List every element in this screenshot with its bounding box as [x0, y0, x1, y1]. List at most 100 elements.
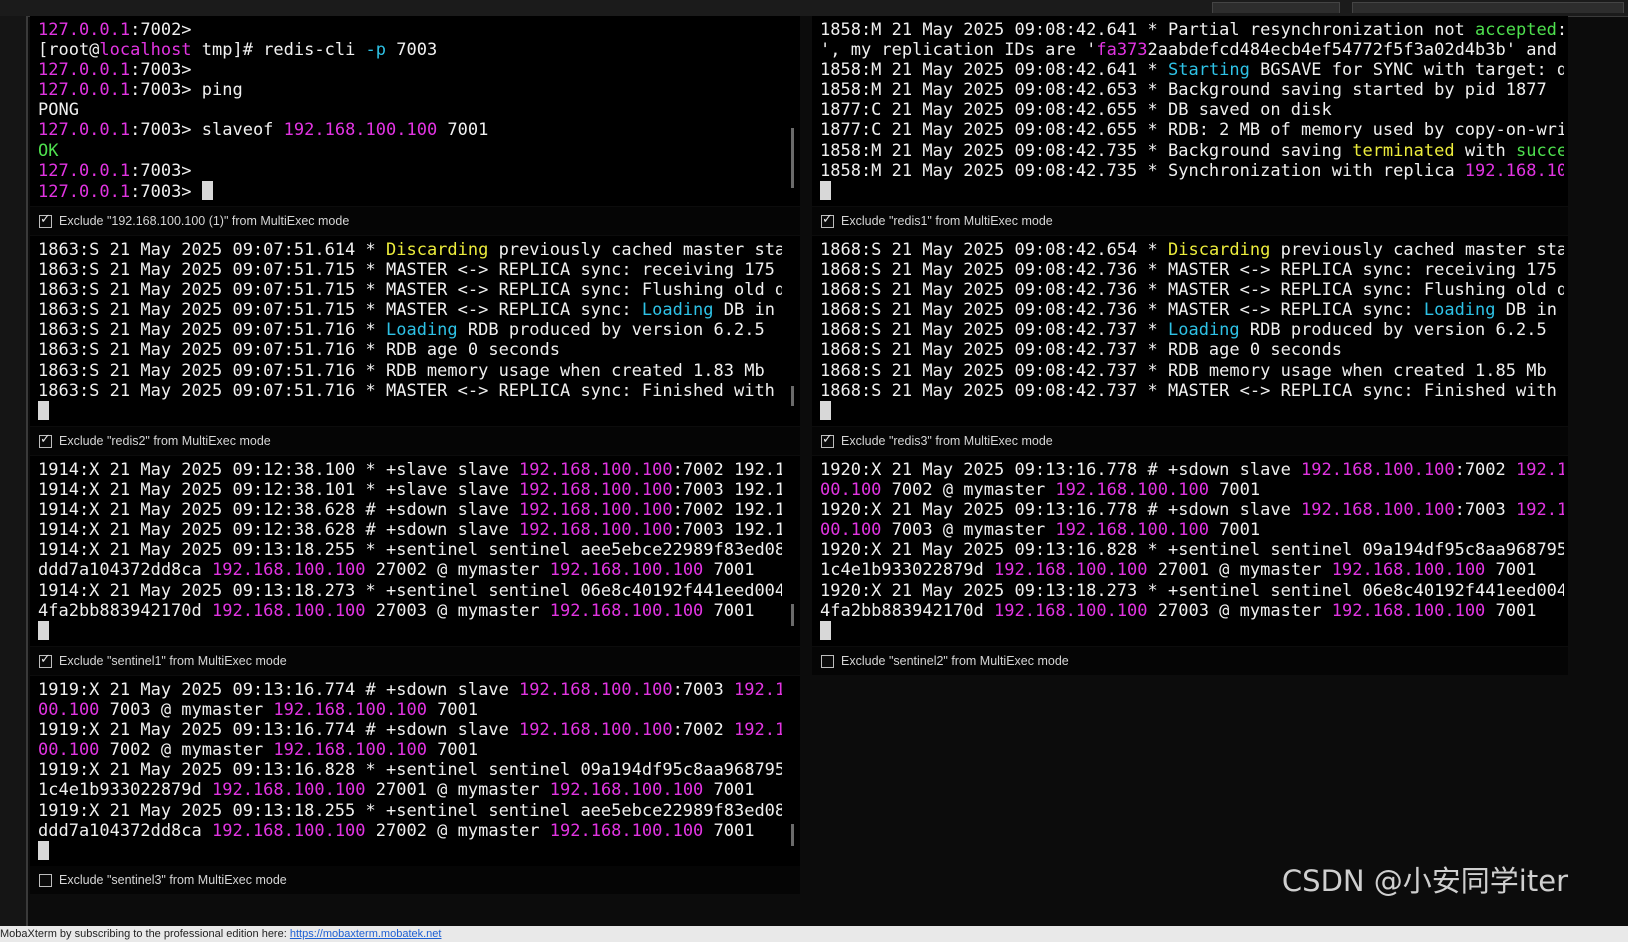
terminal-text: 1863:S 21 May 2025 09:07:51.716 *: [38, 320, 386, 341]
exclude-multiexec-bar: Exclude "192.168.100.100 (1)" from Multi…: [30, 207, 800, 235]
terminal-line: 1863:S 21 May 2025 09:07:51.614 * Discar…: [38, 240, 782, 260]
terminal-line: 1c4e1b933022879d 192.168.100.100 27001 @…: [38, 780, 782, 800]
scrollbar[interactable]: [791, 128, 794, 188]
terminal-line: 1914:X 21 May 2025 09:12:38.628 # +sdown…: [38, 520, 782, 540]
terminal-text: 7001: [703, 780, 755, 801]
terminal-text: 192.168.100.100: [212, 560, 366, 581]
terminal-text: 1858:M 21 May 2025 09:08:42.641 * Partia…: [820, 20, 1476, 40]
terminal-pane-redis3[interactable]: 1920:X 21 May 2025 09:13:16.778 # +sdown…: [812, 456, 1568, 646]
terminal-text: :7003> slaveof: [130, 120, 284, 141]
terminal-text: 1914:X 21 May 2025 09:12:38.100 * +slave…: [38, 460, 520, 480]
terminal-cursor: [38, 400, 49, 420]
terminal-text: ddd7a104372dd8ca: [38, 560, 212, 581]
terminal-text: 192.168.100.100: [994, 600, 1148, 621]
terminal-output[interactable]: 1914:X 21 May 2025 09:12:38.100 * +slave…: [38, 460, 782, 646]
exclude-checkbox[interactable]: [39, 432, 52, 448]
terminal-text: 1858:M 21 May 2025 09:08:42.641 *: [820, 60, 1168, 81]
terminal-pane-redis-master[interactable]: 1858:M 21 May 2025 09:08:42.641 * Partia…: [812, 16, 1568, 206]
scrollbar[interactable]: [791, 386, 794, 406]
scrollbar[interactable]: [791, 604, 794, 626]
exclude-label: Exclude "redis3" from MultiExec mode: [841, 434, 1053, 448]
terminal-text: 1858:M 21 May 2025 09:08:42.735 * Backgr…: [820, 140, 1353, 161]
terminal-text: 7001: [703, 600, 755, 621]
terminal-output[interactable]: 1863:S 21 May 2025 09:07:51.614 * Discar…: [38, 240, 782, 426]
terminal-line: 1919:X 21 May 2025 09:13:16.828 * +senti…: [38, 760, 782, 780]
terminal-text: 00.100: [38, 700, 100, 721]
terminal-text: DB in memo: [723, 300, 775, 321]
window-top-bar: [0, 0, 1628, 17]
terminal-cursor: [38, 620, 49, 640]
exclude-multiexec-bar: Exclude "sentinel1" from MultiExec mode: [30, 647, 800, 675]
terminal-output[interactable]: 1919:X 21 May 2025 09:13:16.774 # +sdown…: [38, 680, 782, 866]
terminal-text: RDB produced by version 6.2.5: [1239, 320, 1547, 341]
terminal-line: 1914:X 21 May 2025 09:13:18.273 * +senti…: [38, 581, 782, 601]
pane-divider[interactable]: [800, 16, 812, 896]
terminal-pane-redis2[interactable]: 1914:X 21 May 2025 09:12:38.100 * +slave…: [30, 456, 800, 646]
exclude-checkbox[interactable]: [39, 212, 52, 228]
terminal-text: : Rep: [1557, 20, 1564, 40]
terminal-text: 1863:S 21 May 2025 09:07:51.715 * MASTER…: [38, 260, 782, 281]
terminal-cursor: [820, 180, 831, 200]
terminal-line: 1863:S 21 May 2025 09:07:51.716 * RDB me…: [38, 361, 782, 381]
terminal-text: 1920:X 21 May 2025 09:13:18.273 * +senti…: [820, 580, 1564, 601]
terminal-text: 127.0.0.1: [38, 160, 131, 181]
terminal-pane-sentinel1[interactable]: 1919:X 21 May 2025 09:13:16.774 # +sdown…: [30, 676, 800, 866]
scrollbar[interactable]: [791, 824, 794, 846]
terminal-line: PONG: [38, 100, 782, 120]
exclude-label: Exclude "sentinel1" from MultiExec mode: [59, 654, 287, 668]
terminal-pane-redis-cli[interactable]: 127.0.0.1:7002> [root@localhost tmp]# red…: [30, 16, 800, 206]
exclude-checkbox[interactable]: [39, 873, 52, 887]
terminal-text: Loading: [641, 300, 714, 321]
terminal-text: 4fa2bb883942170d: [38, 600, 212, 621]
top-tab-stub[interactable]: [1212, 2, 1340, 13]
terminal-text: 00.100: [820, 520, 882, 541]
terminal-text: :7002 192.168.1: [672, 460, 782, 480]
terminal-line: 1920:X 21 May 2025 09:13:16.828 * +senti…: [820, 540, 1564, 560]
terminal-output[interactable]: 1920:X 21 May 2025 09:13:16.778 # +sdown…: [820, 460, 1564, 646]
exclude-multiexec-bar: Exclude "redis1" from MultiExec mode: [812, 207, 1568, 235]
exclude-checkbox[interactable]: [821, 212, 834, 228]
terminal-text: :7003>: [130, 60, 192, 81]
terminal-text: 1863:S 21 May 2025 09:07:51.716 * RDB me…: [38, 360, 765, 381]
terminal-text: fa373: [1096, 40, 1148, 61]
terminal-line: 1858:M 21 May 2025 09:08:42.641 * Starti…: [820, 60, 1564, 80]
terminal-text: 192.168.1: [734, 680, 782, 700]
terminal-line: 1868:S 21 May 2025 09:08:42.736 * MASTER…: [820, 260, 1564, 280]
terminal-text: -p: [365, 40, 387, 61]
terminal-line: 127.0.0.1:7003> ping: [38, 80, 782, 100]
status-link[interactable]: https://mobaxterm.mobatek.net: [290, 928, 442, 940]
terminal-text: 7003: [386, 40, 438, 61]
terminal-text: :7003> ping: [130, 80, 243, 101]
terminal-text: 192.168.100.100: [549, 780, 704, 801]
terminal-text: 192.168.100.100: [994, 560, 1148, 581]
terminal-line: 1919:X 21 May 2025 09:13:16.774 # +sdown…: [38, 720, 782, 740]
terminal-text: with: [1454, 140, 1516, 161]
terminal-text: 7003 @ mymaster: [99, 700, 274, 721]
terminal-pane-redis1[interactable]: 1868:S 21 May 2025 09:08:42.654 * Discar…: [812, 236, 1568, 426]
exclude-label: Exclude "sentinel3" from MultiExec mode: [59, 873, 287, 887]
terminal-pane-redis-replica-1[interactable]: 1863:S 21 May 2025 09:07:51.614 * Discar…: [30, 236, 800, 426]
terminal-output[interactable]: 1868:S 21 May 2025 09:08:42.654 * Discar…: [820, 240, 1564, 426]
top-tab-stub[interactable]: [1352, 2, 1624, 13]
terminal-line: 1914:X 21 May 2025 09:12:38.101 * +slave…: [38, 480, 782, 500]
terminal-text: :7002 192.168.1: [672, 500, 782, 521]
terminal-text: 7001: [1208, 480, 1261, 501]
terminal-text: 27002 @ mymaster: [365, 560, 550, 581]
terminal-text: 4fa2bb883942170d: [820, 600, 994, 621]
terminal-line: [820, 180, 1564, 201]
terminal-text: 1868:S 21 May 2025 09:08:42.737 * MASTER…: [820, 380, 1564, 401]
terminal-text: tmp]# redis-cli: [191, 40, 366, 61]
terminal-output[interactable]: 1858:M 21 May 2025 09:08:42.641 * Partia…: [820, 20, 1564, 206]
terminal-text: success: [1516, 140, 1564, 161]
terminal-text: :7002>: [130, 20, 192, 40]
terminal-text: 1919:X 21 May 2025 09:13:16.828 * +senti…: [38, 760, 782, 781]
terminal-text: 1c4e1b933022879d: [820, 560, 994, 581]
terminal-text: 192.168.100.100: [1301, 460, 1455, 480]
terminal-text: Discarding: [1168, 240, 1271, 260]
exclude-checkbox[interactable]: [39, 652, 52, 668]
exclude-checkbox[interactable]: [821, 432, 834, 448]
terminal-text: ', my replication IDs are ': [820, 40, 1097, 61]
exclude-checkbox[interactable]: [821, 654, 834, 668]
terminal-output[interactable]: 127.0.0.1:7002> [root@localhost tmp]# red…: [38, 20, 782, 206]
terminal-text: Loading: [1168, 320, 1240, 341]
